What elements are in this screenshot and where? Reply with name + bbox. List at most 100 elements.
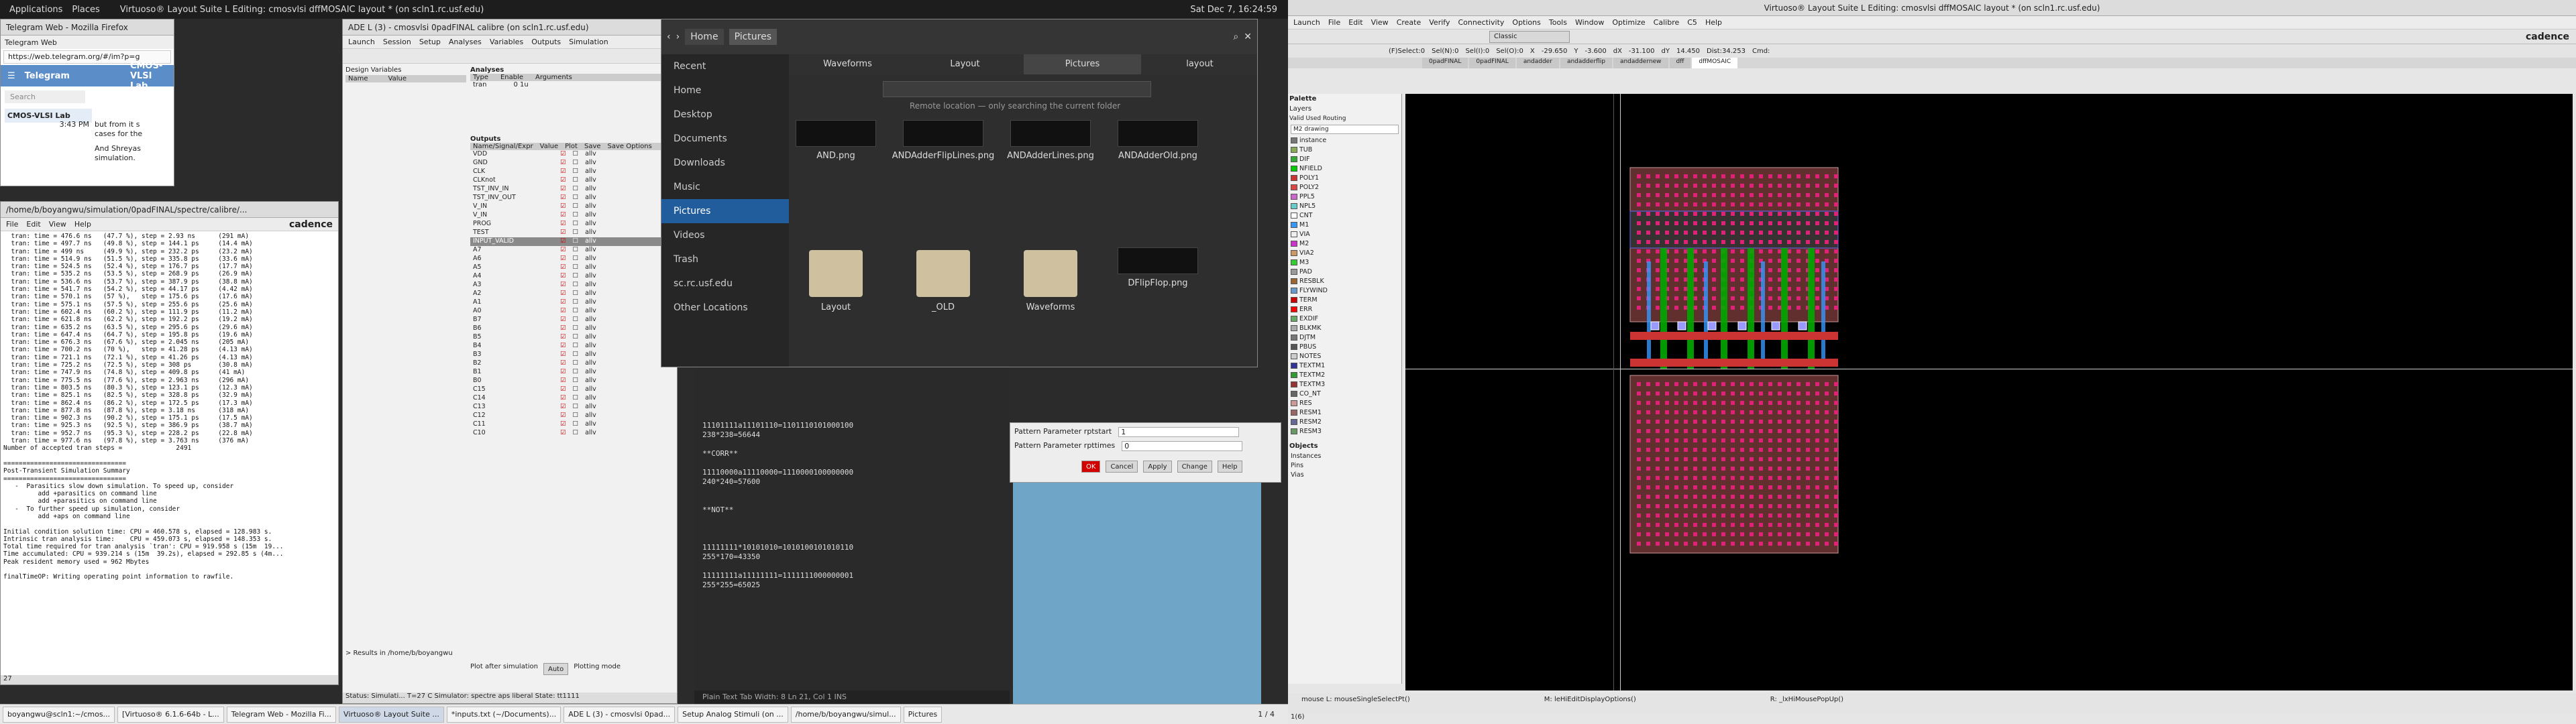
cellview-tab[interactable]: 0padFINAL [1422,58,1468,68]
output-row[interactable]: VDD ☑ ☐ allv [470,150,672,159]
layer-row[interactable]: RES [1288,398,1401,408]
sidebar-item-sc-rc-usf-edu[interactable]: sc.rc.usf.edu [661,272,789,296]
layer-row[interactable]: TEXTM2 [1288,370,1401,379]
plot-checkbox[interactable]: ☑ [560,202,566,211]
virtuoso-menu-item[interactable]: Connectivity [1458,18,1504,27]
output-row[interactable]: V_IN ☑ ☐ allv [470,211,672,220]
output-row[interactable]: B6 ☑ ☐ allv [470,324,672,333]
layer-row[interactable]: PAD [1288,267,1401,276]
output-row[interactable]: A6 ☑ ☐ allv [470,255,672,263]
menu-edit[interactable]: Edit [26,220,40,229]
plot-checkbox[interactable]: ☑ [560,220,566,229]
output-row[interactable]: INPUT_VALID ☑ ☐ allv [470,237,672,246]
cellview-tab[interactable]: andadder [1516,58,1559,68]
save-checkbox[interactable]: ☐ [573,298,579,307]
layer-row[interactable]: VIA2 [1288,248,1401,257]
chat-list-item[interactable]: CMOS-VLSI Lab 3:43 PM [5,109,92,129]
output-row[interactable]: TST_INV_OUT ☑ ☐ allv [470,194,672,202]
virtuoso-menu-item[interactable]: Optimize [1612,18,1645,27]
cellview-tab[interactable]: 0padFINAL [1469,58,1515,68]
layer-row[interactable]: NPL5 [1288,201,1401,210]
sidebar-item-downloads[interactable]: Downloads [661,151,789,175]
output-row[interactable]: B5 ☑ ☐ allv [470,333,672,342]
text-editor[interactable]: 11101111a11101110=1101110101000100 238*2… [694,367,1010,704]
analysis-row[interactable]: tran 0 1u [470,81,672,88]
plot-checkbox[interactable]: ☑ [560,185,566,194]
output-row[interactable]: B3 ☑ ☐ allv [470,351,672,359]
layer-row[interactable]: TEXTM1 [1288,361,1401,370]
output-row[interactable]: A4 ☑ ☐ allv [470,272,672,281]
file-item[interactable]: ANDAdderOld.png [1118,120,1198,221]
ade-menu-item[interactable]: Outputs [531,38,561,46]
layer-row[interactable]: ERR [1288,304,1401,314]
plot-checkbox[interactable]: ☑ [560,412,566,420]
virtuoso-menu-item[interactable]: Create [1397,18,1421,27]
save-checkbox[interactable]: ☐ [573,194,579,202]
taskbar-item[interactable]: [Virtuoso® 6.1.6-64b - L... [117,706,224,723]
workspace-pager[interactable]: 1 / 4 [1258,710,1275,719]
plot-checkbox[interactable]: ☑ [560,385,566,394]
ade-menu-item[interactable]: Launch [348,38,375,46]
save-checkbox[interactable]: ☐ [573,316,579,324]
layer-row[interactable]: M3 [1288,257,1401,267]
output-row[interactable]: TEST ☑ ☐ allv [470,229,672,237]
save-checkbox[interactable]: ☐ [573,263,579,272]
plot-checkbox[interactable]: ☑ [560,211,566,220]
taskbar-item[interactable]: Pictures [903,706,943,723]
output-row[interactable]: C15 ☑ ☐ allv [470,385,672,394]
output-row[interactable]: C11 ☑ ☐ allv [470,420,672,429]
files-tab[interactable]: Layout [906,54,1024,74]
plot-checkbox[interactable]: ☑ [560,194,566,202]
taskbar-item[interactable]: boyangwu@scln1:~/cmos... [3,706,115,723]
save-checkbox[interactable]: ☐ [573,403,579,412]
save-checkbox[interactable]: ☐ [573,385,579,394]
plot-checkbox[interactable]: ☑ [560,272,566,281]
plot-checkbox[interactable]: ☑ [560,281,566,290]
save-checkbox[interactable]: ☐ [573,377,579,385]
menu-icon[interactable]: ☰ [7,71,15,81]
save-checkbox[interactable]: ☐ [573,342,579,351]
layer-row[interactable]: POLY2 [1288,182,1401,192]
applications-menu[interactable]: Applications [9,5,62,15]
save-checkbox[interactable]: ☐ [573,351,579,359]
ade-menu-item[interactable]: Analyses [449,38,482,46]
ade-menu-item[interactable]: Variables [490,38,523,46]
sidebar-item-documents[interactable]: Documents [661,127,789,151]
menu-help[interactable]: Help [74,220,91,229]
cellview-tab[interactable]: andadderflip [1560,58,1612,68]
taskbar-item[interactable]: /home/b/boyangwu/simul... [790,706,901,723]
ade-menu-item[interactable]: Session [383,38,411,46]
plot-checkbox[interactable]: ☑ [560,150,566,159]
sidebar-item-trash[interactable]: Trash [661,247,789,272]
menu-file[interactable]: File [6,220,18,229]
home-crumb[interactable]: Home [685,29,724,45]
save-checkbox[interactable]: ☐ [573,368,579,377]
plot-mode-select[interactable]: Auto [543,663,569,675]
save-checkbox[interactable]: ☐ [573,229,579,237]
virtuoso-menu-item[interactable]: Launch [1293,18,1320,27]
layer-row[interactable]: BLKMK [1288,323,1401,333]
output-row[interactable]: C13 ☑ ☐ allv [470,403,672,412]
plot-checkbox[interactable]: ☑ [560,359,566,368]
save-checkbox[interactable]: ☐ [573,211,579,220]
save-checkbox[interactable]: ☐ [573,220,579,229]
plot-checkbox[interactable]: ☑ [560,342,566,351]
close-icon[interactable]: ✕ [1244,32,1252,42]
output-row[interactable]: C10 ☑ ☐ allv [470,429,672,438]
cellview-tab[interactable]: dffMOSAIC [1692,58,1738,68]
save-checkbox[interactable]: ☐ [573,281,579,290]
sidebar-item-home[interactable]: Home [661,78,789,103]
command-line[interactable]: 1(6) [1288,713,1305,721]
virtuoso-menu-item[interactable]: Edit [1348,18,1362,27]
layer-row[interactable]: RESBLK [1288,276,1401,286]
plot-checkbox[interactable]: ☑ [560,394,566,403]
plot-checkbox[interactable]: ☑ [560,229,566,237]
help-button[interactable]: Help [1217,461,1242,473]
virtuoso-menu-item[interactable]: View [1371,18,1389,27]
search-input[interactable]: Search [5,90,85,103]
output-row[interactable]: A5 ☑ ☐ allv [470,263,672,272]
plot-checkbox[interactable]: ☑ [560,351,566,359]
plot-checkbox[interactable]: ☑ [560,316,566,324]
plot-checkbox[interactable]: ☑ [560,403,566,412]
save-checkbox[interactable]: ☐ [573,307,579,316]
